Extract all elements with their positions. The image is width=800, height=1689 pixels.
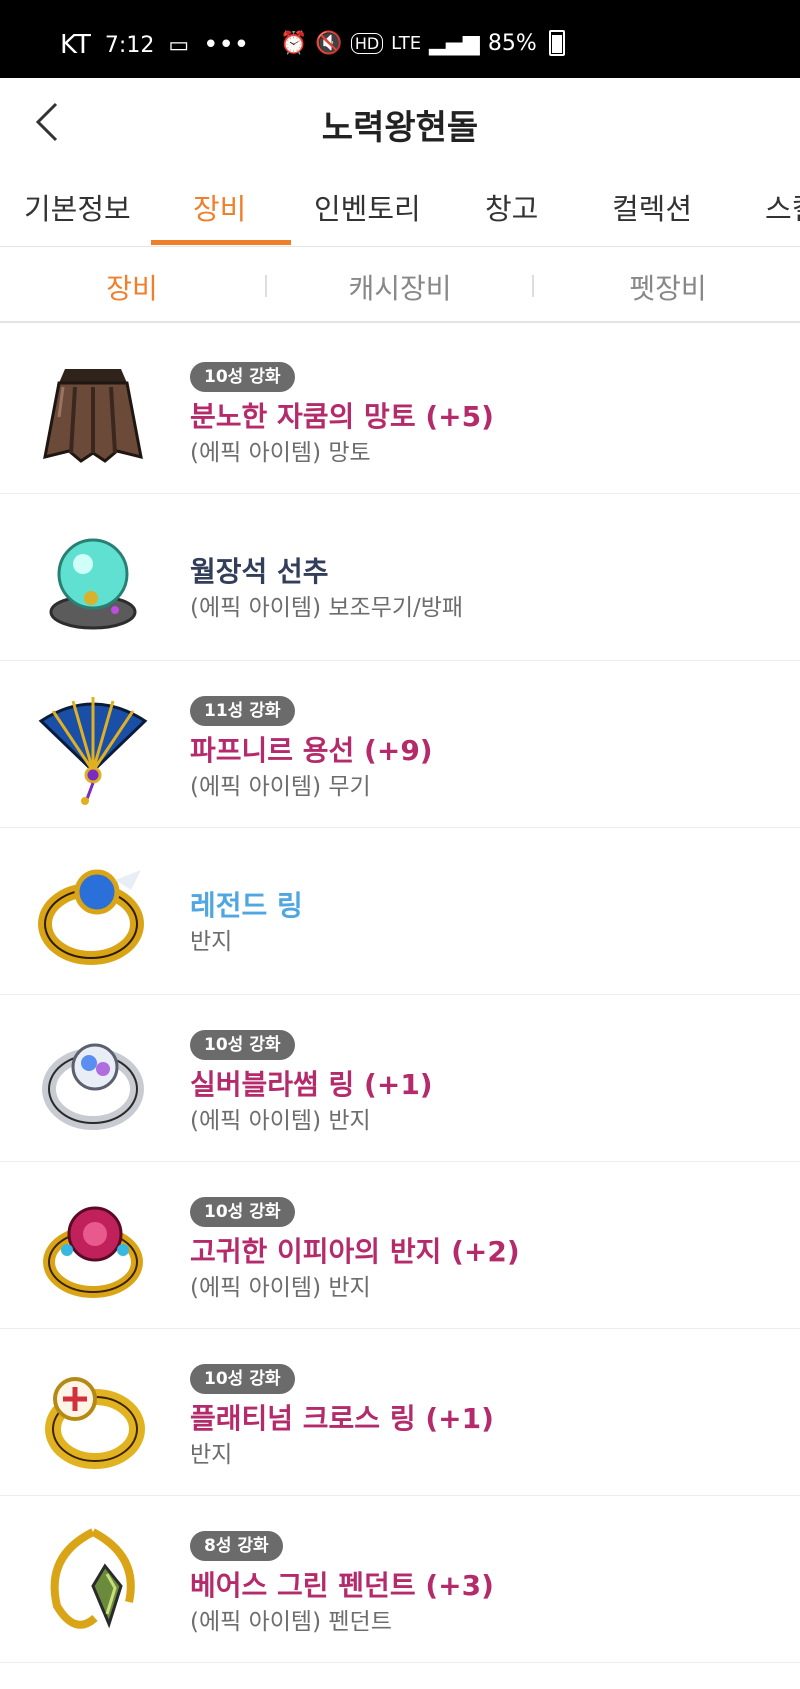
mute-icon: 🔇 [315,30,343,56]
subtab-equipment[interactable]: 장비 [2,267,262,307]
message-icon: ▭ [168,32,190,58]
list-item[interactable]: 10성 강화 플래티넘 크로스 링 (+1) 반지 [0,1329,800,1496]
tab-basic-info[interactable]: 기본정보 [24,186,131,228]
item-type: (에픽 아이템) 펜던트 [190,1609,392,1635]
pendant-icon [35,1526,151,1642]
enhance-badge: 10성 강화 [190,1197,295,1227]
item-type: (에픽 아이템) 망토 [190,440,371,466]
tab-inventory[interactable]: 인벤토리 [314,186,421,228]
item-name: 분노한 자쿰의 망토 (+5) [190,400,494,433]
list-item[interactable]: 10성 강화 실버블라썸 링 (+1) (에픽 아이템) 반지 [0,995,800,1162]
item-name: 베어스 그린 펜던트 (+3) [190,1569,494,1602]
cross-ring-icon [35,1359,151,1475]
list-item[interactable]: 11성 강화 파프니르 용선 (+9) (에픽 아이템) 무기 [0,661,800,828]
app-header: 노력왕현돌 [0,78,800,168]
silver-blossom-ring-icon [35,1025,151,1141]
item-name: 실버블라썸 링 (+1) [190,1068,433,1101]
signal-icon: ▂▄▆ [429,30,480,56]
list-item[interactable]: 8성 강화 베어스 그린 펜던트 (+3) (에픽 아이템) 펜던트 [0,1496,800,1663]
list-item[interactable]: 10성 강화 고귀한 이피아의 반지 (+2) (에픽 아이템) 반지 [0,1162,800,1329]
more-indicator: ••• [203,30,250,60]
status-left: KT 7:12 ▭ ••• [60,30,249,60]
enhance-badge: 10성 강화 [190,362,295,392]
subtab-pet-equipment[interactable]: 펫장비 [538,267,798,307]
moonstone-tassel-icon [35,524,151,640]
item-type: (에픽 아이템) 무기 [190,774,371,800]
tab-storage[interactable]: 창고 [485,186,538,228]
status-bar: KT 7:12 ▭ ••• ⏰ 🔇 HD LTE ▂▄▆ 85% [0,0,800,78]
battery-icon [548,30,565,56]
legend-ring-icon [35,858,151,974]
item-type: (에픽 아이템) 보조무기/방패 [190,595,464,621]
battery-percent: 85% [487,30,537,56]
carrier-label: KT [60,30,91,60]
tab-skill[interactable]: 스킬 [765,186,800,228]
cape-icon [35,357,151,473]
alarm-icon: ⏰ [280,30,308,56]
item-name: 고귀한 이피아의 반지 (+2) [190,1235,520,1268]
sub-tabs: 장비 캐시장비 펫장비 [0,247,800,323]
status-right: ⏰ 🔇 HD LTE ▂▄▆ 85% [280,30,565,56]
item-name: 레전드 링 [190,889,303,922]
hd-icon: HD [350,32,384,54]
list-item[interactable]: 10성 강화 분노한 자쿰의 망토 (+5) (에픽 아이템) 망토 [0,327,800,494]
enhance-badge: 11성 강화 [190,696,295,726]
rose-ring-icon [35,1192,151,1308]
page-title: 노력왕현돌 [321,108,479,148]
item-type: 반지 [190,929,233,955]
tab-equipment[interactable]: 장비 [193,186,246,228]
item-name: 파프니르 용선 (+9) [190,734,433,767]
main-tabs: 기본정보 장비 인벤토리 창고 컬렉션 스킬 [0,168,800,247]
list-item[interactable]: 레전드 링 반지 [0,828,800,995]
fan-icon [35,691,151,807]
active-tab-indicator [151,240,291,245]
clock: 7:12 [104,32,155,58]
item-type: (에픽 아이템) 반지 [190,1108,371,1134]
tab-collection[interactable]: 컬렉션 [612,186,692,228]
enhance-badge: 10성 강화 [190,1364,295,1394]
subtab-cash-equipment[interactable]: 캐시장비 [270,267,530,307]
subtab-divider [532,275,534,297]
enhance-badge: 10성 강화 [190,1030,295,1060]
subtab-divider [265,275,267,297]
list-item[interactable]: 월장석 선추 (에픽 아이템) 보조무기/방패 [0,494,800,661]
equipment-list: 10성 강화 분노한 자쿰의 망토 (+5) (에픽 아이템) 망토 월장석 선… [0,327,800,1663]
enhance-badge: 8성 강화 [190,1531,283,1561]
network-label: LTE [391,32,422,54]
item-type: 반지 [190,1442,233,1468]
item-name: 월장석 선추 [190,555,329,588]
item-name: 플래티넘 크로스 링 (+1) [190,1402,494,1435]
item-type: (에픽 아이템) 반지 [190,1275,371,1301]
